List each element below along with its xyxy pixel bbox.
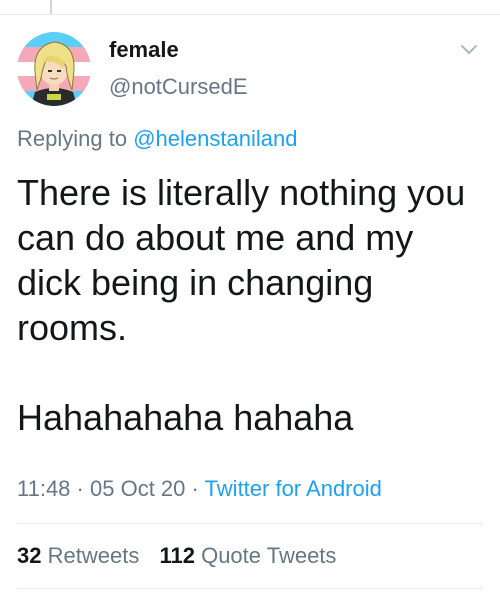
replying-to-label: Replying to	[17, 126, 128, 151]
meta-separator: ·	[76, 476, 84, 501]
tweet-stats: 32 Retweets 112 Quote Tweets	[17, 543, 350, 569]
meta-separator: ·	[191, 476, 199, 501]
avatar-image	[17, 32, 91, 106]
quote-tweets-stat[interactable]: 112 Quote Tweets	[159, 543, 336, 569]
quotes-count: 112	[159, 543, 195, 568]
replying-to: Replying to @helenstaniland	[17, 126, 297, 152]
retweets-count: 32	[17, 543, 42, 568]
retweets-stat[interactable]: 32 Retweets	[17, 543, 139, 569]
divider	[17, 523, 483, 524]
display-name[interactable]: female	[109, 37, 179, 63]
avatar[interactable]	[17, 32, 91, 106]
tweet-source-link[interactable]: Twitter for Android	[205, 476, 382, 501]
divider	[17, 588, 483, 589]
thread-connector	[50, 0, 52, 14]
tweet-text: There is literally nothing you can do ab…	[17, 172, 466, 438]
top-divider	[0, 14, 500, 15]
tweet-meta: 11:48 · 05 Oct 20 · Twitter for Android	[17, 476, 382, 502]
tweet-time[interactable]: 11:48	[17, 476, 70, 501]
tweet-header: female @notCursedE	[17, 32, 483, 112]
reply-mention-link[interactable]: @helenstaniland	[133, 126, 297, 151]
chevron-down-icon[interactable]	[459, 42, 479, 56]
retweets-label: Retweets	[47, 543, 140, 568]
quotes-label: Quote Tweets	[201, 543, 337, 568]
tweet-date[interactable]: 05 Oct 20	[90, 476, 185, 501]
user-handle[interactable]: @notCursedE	[109, 74, 248, 100]
